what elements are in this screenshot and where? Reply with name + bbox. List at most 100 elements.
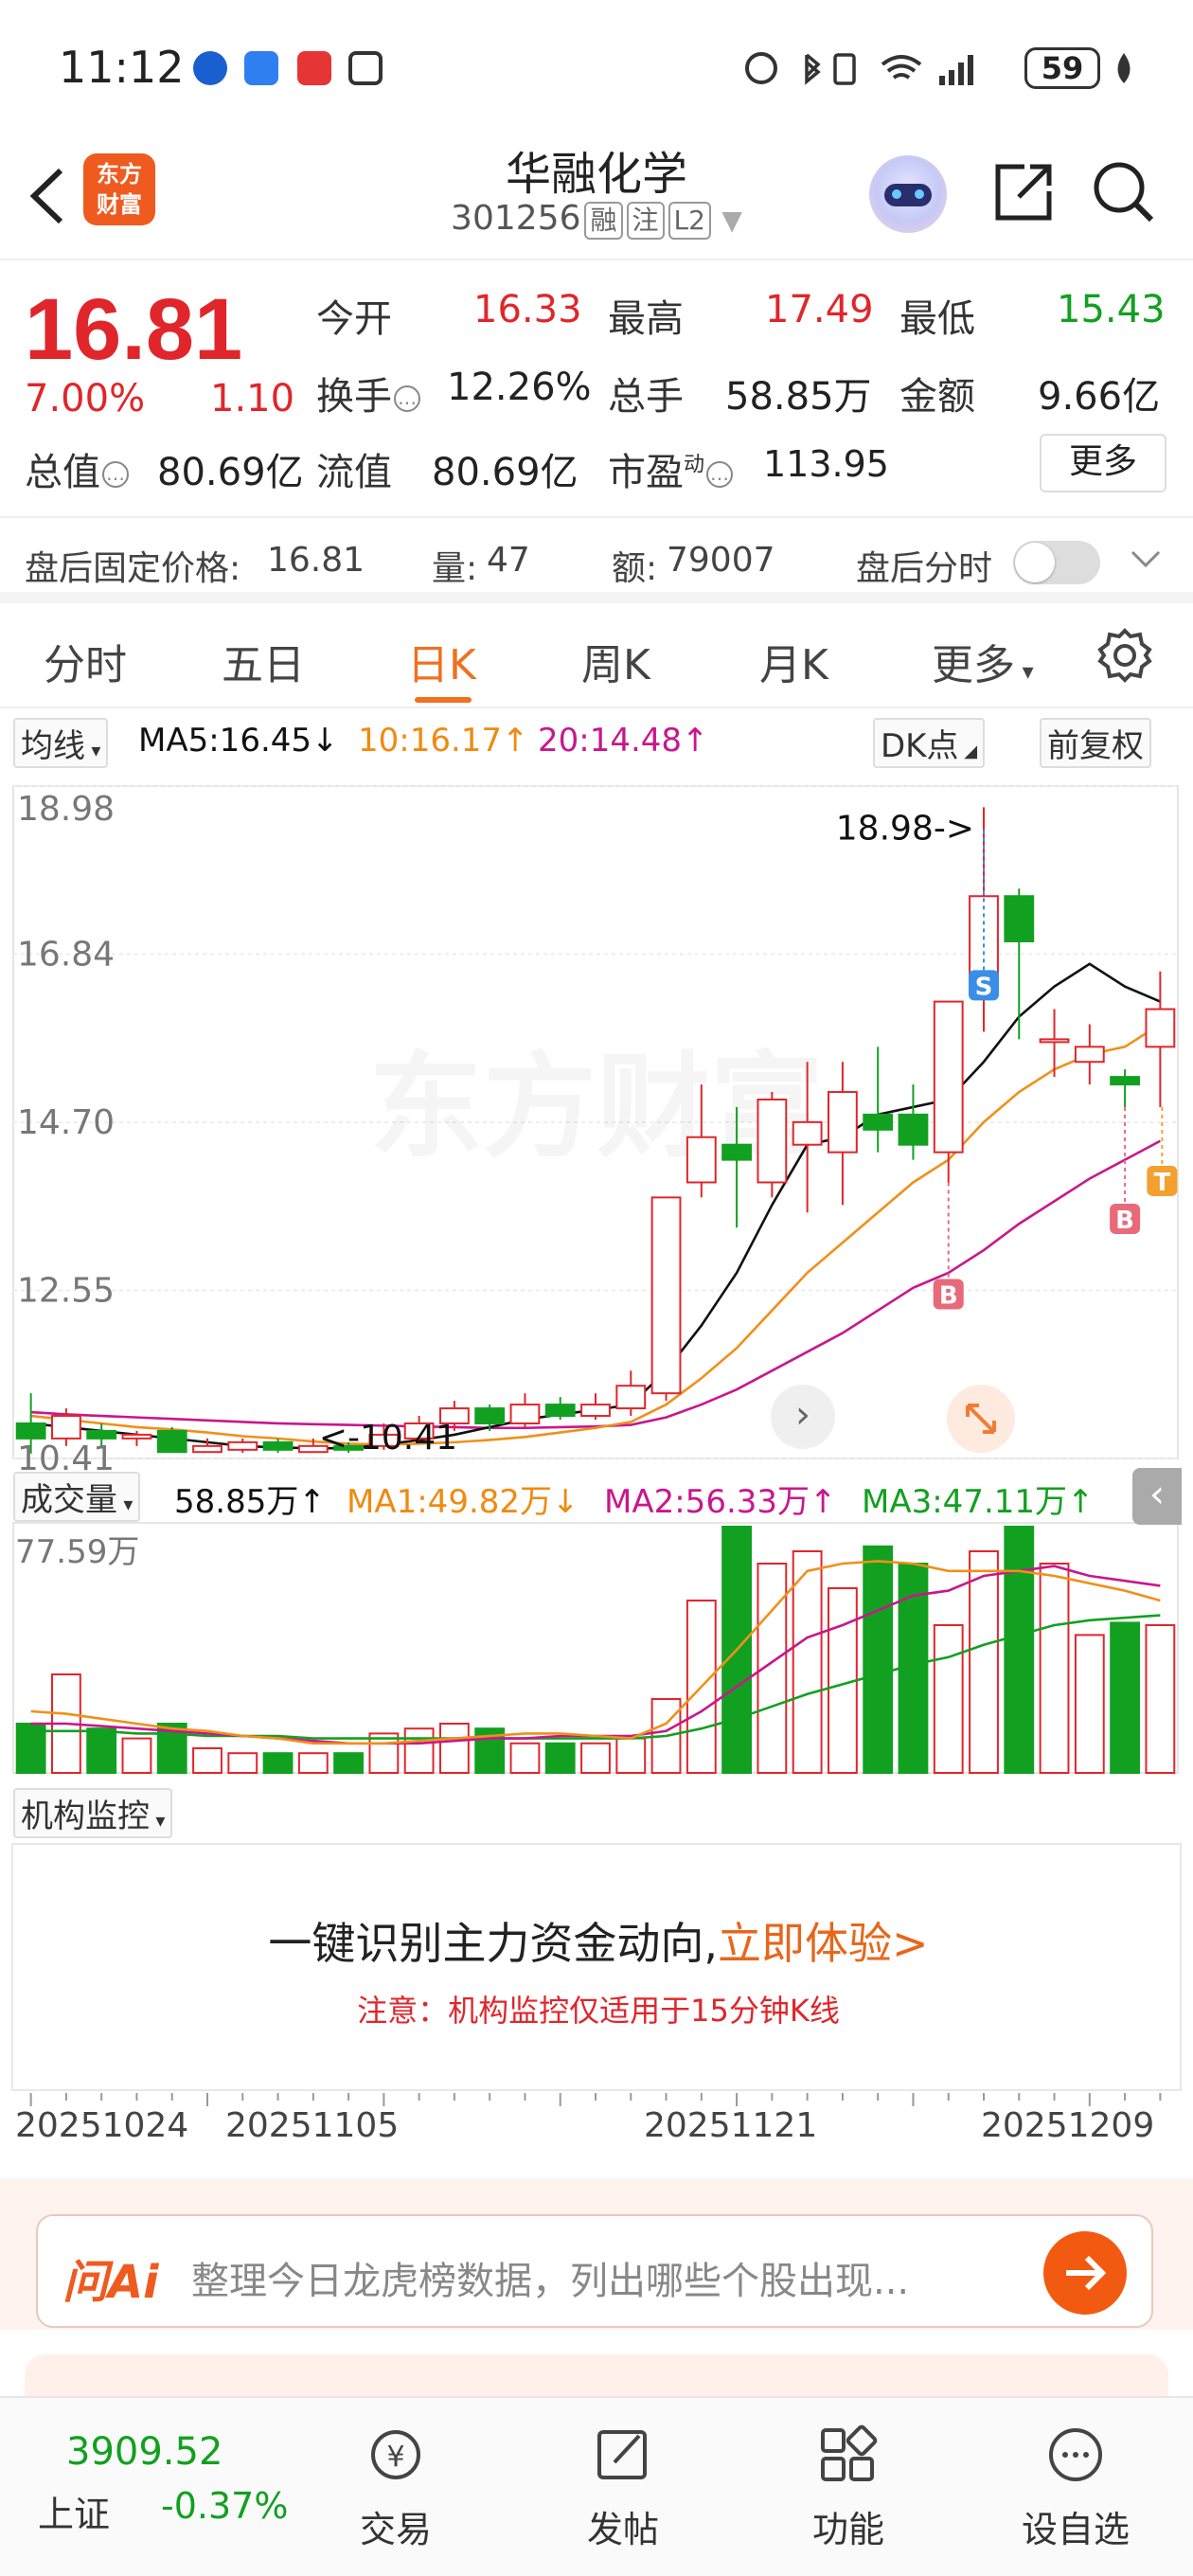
candle — [757, 1092, 788, 1198]
candle-body — [686, 1136, 717, 1184]
info-icon[interactable]: … — [102, 461, 129, 488]
volume-bar — [1145, 1624, 1176, 1774]
dk-point-selector[interactable]: DK点 ◢ — [873, 718, 986, 768]
volume-legend: 成交量 ▾ 58.85万↑ MA1:49.82万↓ MA2:56.33万↑ MA… — [0, 1466, 1193, 1525]
alarm-icon — [745, 52, 777, 84]
info-icon[interactable]: … — [394, 385, 420, 412]
candle-body — [1004, 895, 1035, 942]
candle — [863, 1046, 894, 1153]
candle-body — [863, 1113, 894, 1131]
tab-daily-k[interactable]: 日K — [407, 631, 476, 691]
back-arrow-icon[interactable] — [21, 163, 78, 229]
low-label: 最低 — [899, 297, 975, 341]
date-axis: 20251024 20251105 20251121 20251209 — [0, 2093, 1193, 2169]
date-label: 20251024 — [15, 2106, 189, 2145]
info-icon[interactable]: … — [706, 461, 734, 488]
volume-max-label: 77.59万 — [15, 1533, 139, 1571]
candle-body — [828, 1091, 858, 1154]
ai-robot-icon[interactable] — [869, 155, 947, 233]
float-label: 流值 — [316, 451, 392, 494]
ma-lines — [30, 962, 1162, 1450]
l2-tag: L2 — [668, 202, 711, 240]
battery-indicator: 59 — [1024, 47, 1100, 89]
nav-post[interactable]: 发帖 — [547, 2424, 699, 2552]
candle-body — [192, 1444, 223, 1454]
nav-trade[interactable]: ¥ 交易 — [320, 2424, 472, 2552]
volume-indicator-selector[interactable]: 成交量 ▾ — [13, 1472, 141, 1522]
chevron-down-icon[interactable]: ▼ — [721, 205, 742, 236]
tab-minute[interactable]: 分时 — [44, 631, 127, 691]
stock-code-line: 301256 融注 L2 ▼ — [379, 199, 814, 240]
candle — [650, 1196, 682, 1402]
candle-body — [933, 1000, 964, 1154]
candle-body — [1039, 1038, 1070, 1044]
indicator-selector[interactable]: 均线 ▾ — [13, 718, 109, 768]
ah-vol: 47 — [487, 541, 530, 580]
ah-timeshare-label: 盘后分时 — [856, 549, 993, 588]
after-hours-toggle[interactable] — [1013, 541, 1100, 584]
candle — [1039, 1009, 1070, 1078]
index-change[interactable]: -0.37% — [161, 2485, 288, 2527]
search-icon[interactable] — [1089, 157, 1157, 225]
collapse-panel-button[interactable]: ‹ — [1132, 1468, 1182, 1525]
scroll-right-button[interactable]: › — [771, 1385, 835, 1449]
register-tag: 注 — [626, 202, 665, 240]
candle — [544, 1397, 576, 1421]
indicator-selector-label: 均线 — [21, 727, 85, 765]
ah-amt-label: 额: — [612, 549, 658, 588]
candle — [227, 1438, 258, 1453]
date-label: 20251121 — [644, 2106, 818, 2145]
institution-monitor-panel: 一键识别主力资金动向,立即体验> 注意：机构监控仅适用于15分钟K线 — [11, 1843, 1182, 2091]
institution-selector[interactable]: 机构监控 ▾ — [13, 1788, 173, 1838]
trade-icon: ¥ — [371, 2430, 420, 2479]
index-value[interactable]: 3909.52 — [66, 2430, 223, 2474]
ai-send-button[interactable] — [1043, 2231, 1127, 2315]
ma5-value: MA5:16.45↓ — [138, 722, 339, 760]
amount-label: 金额 — [899, 375, 975, 419]
share-icon[interactable] — [990, 159, 1057, 225]
tab-monthly-k[interactable]: 月K — [759, 631, 828, 691]
tab-more[interactable]: 更多 ▾ — [932, 631, 1034, 691]
candle — [933, 1000, 964, 1183]
volume-bar — [439, 1723, 470, 1774]
gear-icon[interactable] — [1096, 627, 1153, 684]
nav-watchlist[interactable]: 设自选 — [1000, 2424, 1151, 2552]
candle — [1145, 971, 1176, 1107]
leaf-icon — [1117, 53, 1131, 83]
app-red-icon — [297, 51, 331, 85]
ai-input[interactable]: 问Ai 整理今日龙虎榜数据，列出哪些个股出现... — [36, 2214, 1153, 2328]
adjust-selector[interactable]: 前复权 — [1040, 718, 1151, 768]
tab-five-day[interactable]: 五日 — [222, 631, 305, 691]
volume-bar — [933, 1624, 964, 1774]
nav-post-label: 发帖 — [586, 2509, 659, 2550]
volume-bar — [121, 1737, 152, 1774]
volume-bar — [297, 1752, 329, 1774]
candle — [580, 1393, 611, 1421]
volume-value: 58.85万 — [725, 375, 872, 419]
candle-body — [1074, 1046, 1105, 1064]
change-amount: 1.10 — [210, 377, 295, 420]
browser-icon — [193, 51, 227, 85]
marker-label: T — [1153, 1169, 1170, 1197]
ah-amt: 79007 — [667, 541, 775, 580]
volume-bar — [509, 1742, 541, 1775]
index-name[interactable]: 上证 — [38, 2485, 110, 2537]
candle-body — [792, 1120, 823, 1146]
candle-body — [121, 1433, 152, 1440]
chevron-down-icon[interactable] — [1129, 548, 1163, 571]
more-button[interactable]: 更多 — [1040, 434, 1166, 492]
logo-line-2: 财富 — [97, 191, 142, 218]
tab-weekly-k[interactable]: 周K — [581, 631, 650, 691]
nav-functions[interactable]: 功能 — [773, 2424, 924, 2552]
vol-ma3: MA3:47.11万↑ — [862, 1483, 1095, 1521]
mktcap-value: 80.69亿 — [157, 451, 304, 494]
fullscreen-button[interactable] — [947, 1385, 1015, 1453]
current-price: 16.81 — [25, 281, 243, 378]
volume-selector-label: 成交量 — [21, 1481, 117, 1519]
eastmoney-logo[interactable]: 东方 财富 — [83, 153, 155, 225]
volume-bar — [1074, 1634, 1105, 1775]
try-now-link[interactable]: 立即体验> — [718, 1918, 929, 1969]
vol-ma2: MA2:56.33万↑ — [604, 1483, 837, 1521]
candle — [1004, 888, 1035, 1040]
volume-label: 总手 — [608, 375, 684, 419]
